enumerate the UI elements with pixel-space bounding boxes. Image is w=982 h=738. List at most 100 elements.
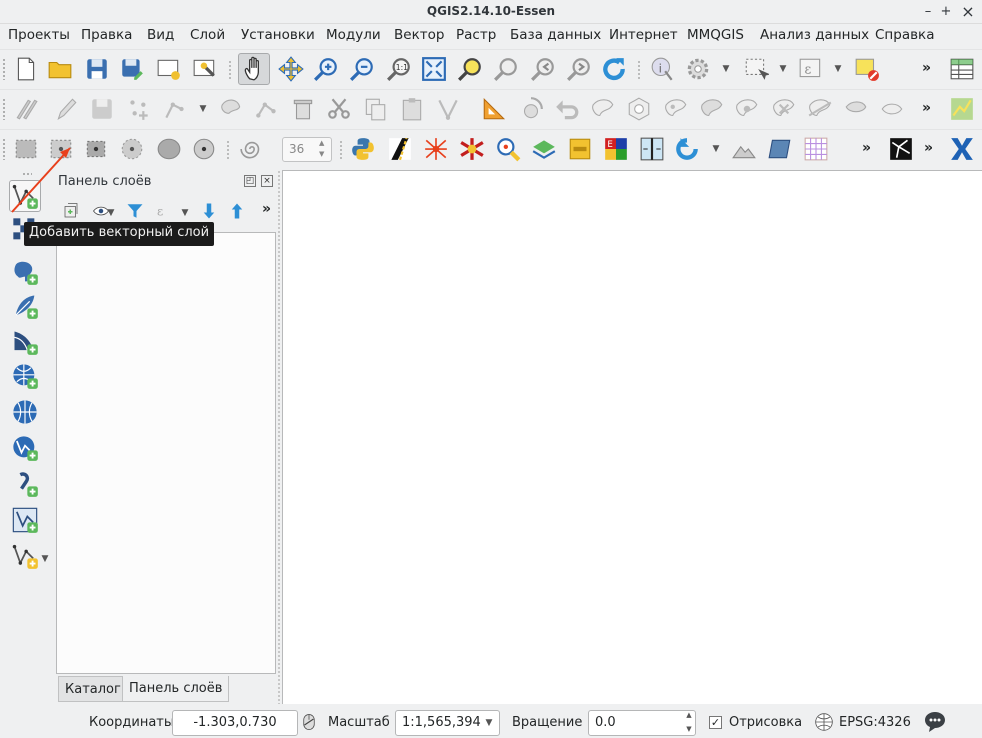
spin-up-icon[interactable]: ▲	[319, 139, 329, 147]
close-button[interactable]: ×	[959, 3, 977, 21]
composer-manager-button[interactable]	[189, 53, 221, 85]
select-circle-button[interactable]	[188, 133, 220, 165]
menu-web[interactable]: Интернет	[609, 27, 678, 43]
add-feature-button[interactable]	[123, 93, 155, 125]
menu-mmqgis[interactable]: MMQGIS	[687, 27, 744, 43]
add-wcs-layer-button[interactable]	[9, 396, 41, 428]
toolbar-grip[interactable]	[2, 138, 6, 160]
menu-view[interactable]: Вид	[147, 27, 174, 43]
menu-layer[interactable]: Слой	[190, 27, 225, 43]
menu-projects[interactable]: Проекты	[8, 27, 70, 43]
attribute-table-button[interactable]	[946, 53, 978, 85]
zoom-last-button[interactable]	[527, 53, 559, 85]
crs-label[interactable]: EPSG:4326	[839, 715, 911, 730]
zoom-native-button[interactable]: 1:1	[383, 53, 415, 85]
simplify-feature-button[interactable]	[587, 93, 619, 125]
map-canvas[interactable]	[282, 170, 982, 704]
save-as-button[interactable]	[116, 53, 148, 85]
add-mssql-layer-button[interactable]	[9, 326, 41, 358]
chevron-down-icon[interactable]: ▼	[484, 718, 494, 728]
move-feature-button[interactable]	[215, 93, 247, 125]
delete-part-button[interactable]	[768, 93, 800, 125]
advanced-digitizing-button[interactable]	[478, 93, 510, 125]
minimize-button[interactable]: –	[919, 3, 937, 21]
tab-layers-panel[interactable]: Панель слоёв	[122, 676, 230, 702]
zoom-to-layer-button[interactable]	[490, 53, 522, 85]
menu-edit[interactable]: Правка	[81, 27, 132, 43]
coordinates-field[interactable]: -1.303,0.730	[172, 710, 298, 736]
select-feature-tool-button[interactable]	[10, 133, 42, 165]
delete-ring-button[interactable]	[731, 93, 763, 125]
time-manager-button[interactable]	[671, 133, 703, 165]
chevron-down-icon[interactable]: ▼	[180, 208, 190, 218]
pan-map-button[interactable]	[238, 53, 270, 85]
tab-browser[interactable]: Каталог	[58, 676, 128, 702]
filter-legend-button[interactable]	[124, 200, 146, 222]
chevron-down-icon[interactable]: ▼	[778, 64, 788, 74]
voronoi-plugin-button[interactable]	[885, 133, 917, 165]
paste-features-button[interactable]	[396, 93, 428, 125]
toolbar-grip[interactable]	[2, 58, 6, 80]
add-ring-button[interactable]	[623, 93, 655, 125]
add-wfs-layer-button[interactable]	[9, 432, 41, 464]
select-by-point-button[interactable]	[45, 133, 77, 165]
toolbar-overflow-button[interactable]: »	[862, 140, 871, 156]
zoom-out-button[interactable]	[346, 53, 378, 85]
menu-vector[interactable]: Вектор	[394, 27, 444, 43]
dock-close-button[interactable]: ×	[261, 175, 273, 187]
menu-settings[interactable]: Установки	[241, 27, 315, 43]
menu-plugins[interactable]: Модули	[326, 27, 381, 43]
menu-help[interactable]: Справка	[875, 27, 934, 43]
toolbar-overflow-button[interactable]: »	[922, 100, 931, 116]
new-print-composer-button[interactable]	[153, 53, 185, 85]
toolbar-overflow-button[interactable]: »	[924, 140, 933, 156]
chevron-down-icon[interactable]: ▼	[721, 64, 731, 74]
node-tool-edit-button[interactable]	[251, 93, 283, 125]
select-features-button[interactable]	[740, 53, 772, 85]
zoom-next-button[interactable]	[563, 53, 595, 85]
db-manager-button[interactable]	[564, 133, 596, 165]
spin-down-icon[interactable]: ▼	[684, 724, 694, 734]
add-group-button[interactable]	[60, 200, 82, 222]
actions-button[interactable]	[682, 53, 714, 85]
chevron-down-icon[interactable]: ▼	[198, 104, 208, 114]
toolbar-overflow-button[interactable]: »	[262, 201, 271, 217]
reshape-features-button[interactable]	[804, 93, 836, 125]
save-layer-edits-button[interactable]	[86, 93, 118, 125]
deselect-all-button[interactable]	[851, 53, 883, 85]
add-spatialite-layer-button[interactable]	[9, 290, 41, 322]
add-vector-layer-button[interactable]	[9, 180, 41, 212]
zoom-full-button[interactable]	[418, 53, 450, 85]
chevron-down-icon[interactable]: ▼	[106, 208, 116, 218]
road-graph-button[interactable]	[384, 133, 416, 165]
toggle-coordinates-button[interactable]	[298, 708, 320, 736]
rotation-spinbox[interactable]: 0.0	[588, 710, 696, 736]
add-wms-layer-button[interactable]	[9, 360, 41, 392]
x-plugin-button[interactable]	[946, 133, 978, 165]
delete-selected-button[interactable]	[287, 93, 319, 125]
chevron-down-icon[interactable]: ▼	[711, 144, 721, 154]
topology-checker-button[interactable]	[456, 133, 488, 165]
collapse-all-button[interactable]	[226, 200, 248, 222]
network-analysis-button[interactable]	[420, 133, 452, 165]
open-project-button[interactable]	[44, 53, 76, 85]
add-virtual-layer-button[interactable]	[9, 504, 41, 536]
select-ellipse-button[interactable]	[153, 133, 185, 165]
spin-down-icon[interactable]: ▼	[319, 150, 329, 158]
swipe-tool-button[interactable]	[636, 133, 668, 165]
expand-all-button[interactable]	[198, 200, 220, 222]
current-edits-button[interactable]	[10, 93, 42, 125]
terrain-profile-button[interactable]	[728, 133, 760, 165]
grid-plugin-button[interactable]	[800, 133, 832, 165]
spin-up-icon[interactable]: ▲	[684, 710, 694, 720]
node-tool-button[interactable]	[159, 93, 191, 125]
snapping-button[interactable]	[432, 93, 464, 125]
save-project-button[interactable]	[81, 53, 113, 85]
layer-tree[interactable]	[56, 232, 276, 674]
undo-button[interactable]	[551, 93, 583, 125]
split-features-button[interactable]	[876, 93, 908, 125]
segments-spinbox[interactable]: 36 ▲ ▼	[282, 137, 332, 162]
python-console-button[interactable]	[347, 133, 379, 165]
toggle-editing-button[interactable]	[50, 93, 82, 125]
select-by-expression-button[interactable]: ε	[795, 53, 827, 85]
